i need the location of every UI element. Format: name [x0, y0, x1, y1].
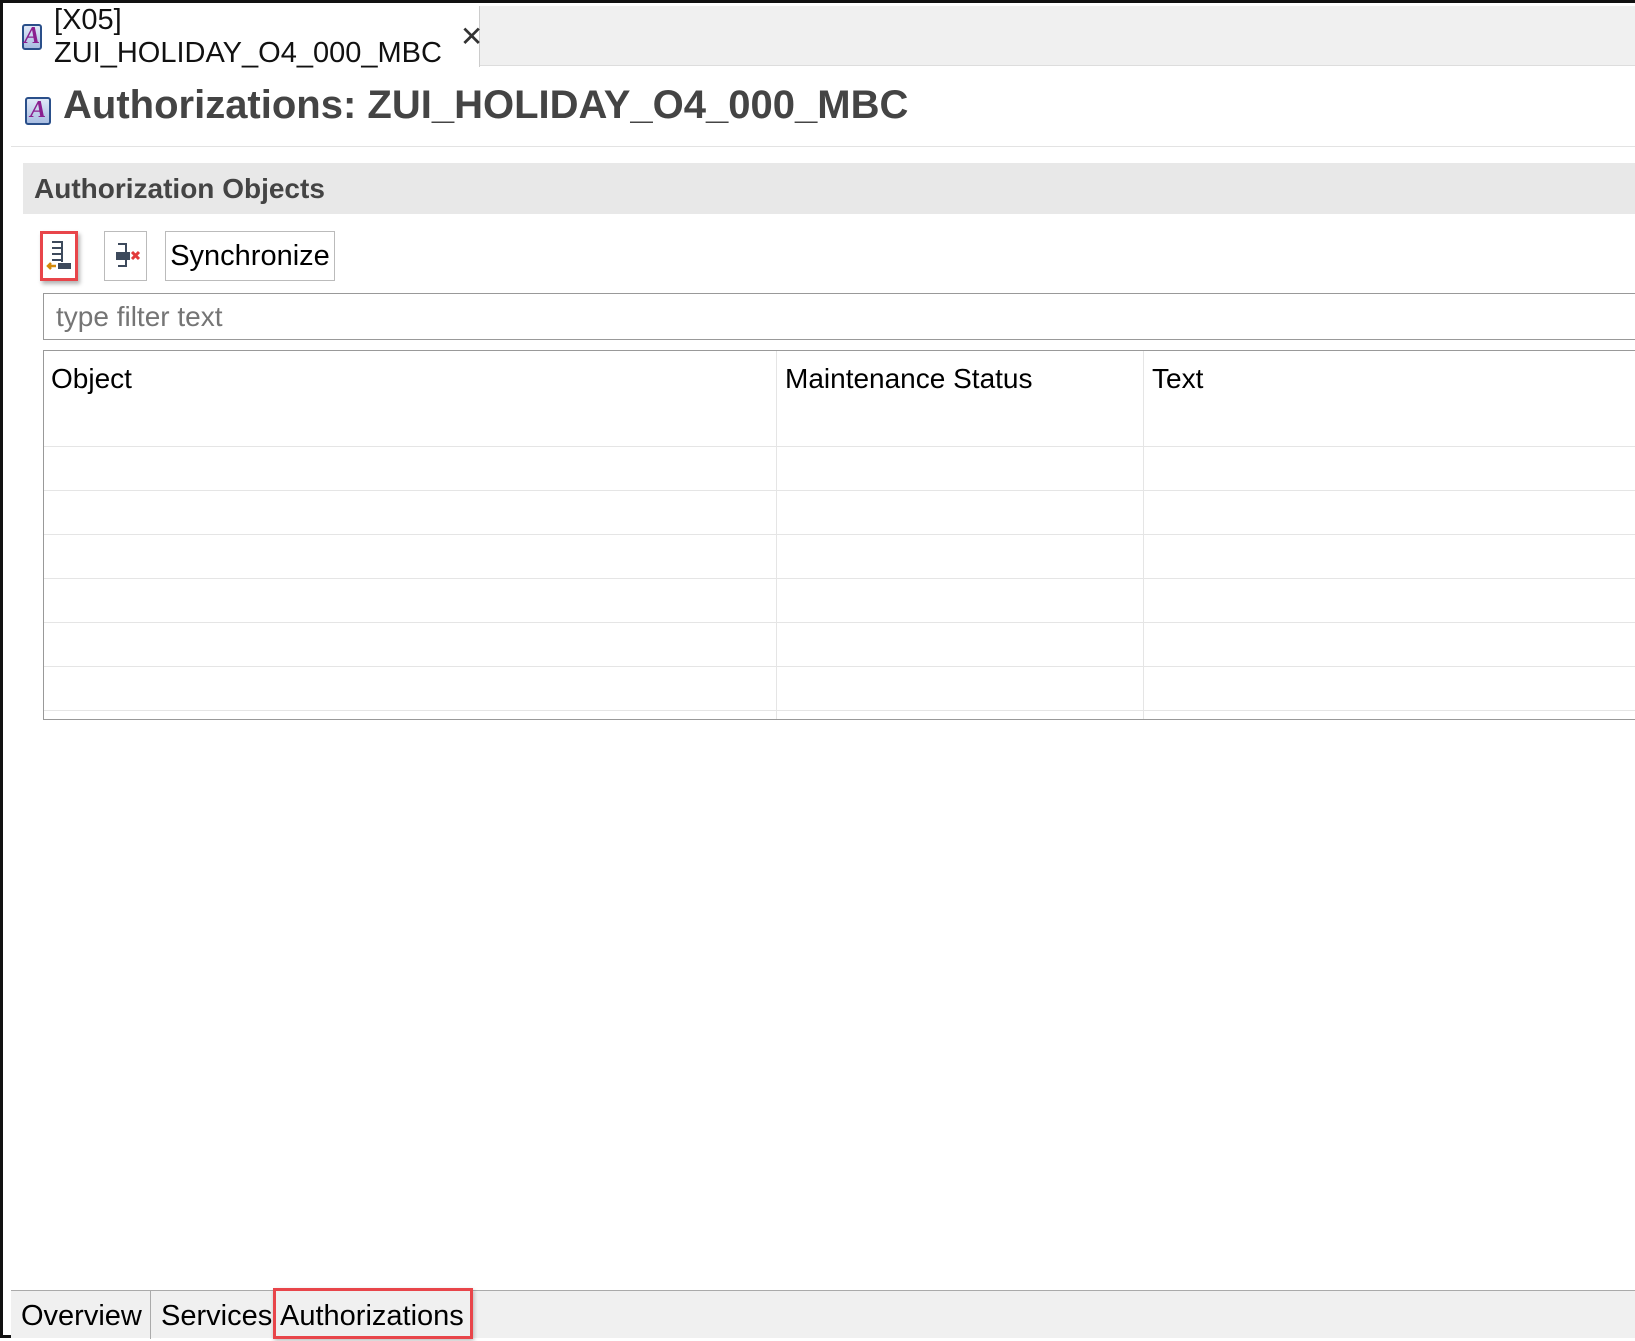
remove-authorization-object-icon — [115, 243, 140, 267]
synchronize-label: Synchronize — [170, 239, 330, 272]
editor-window: A [X05] ZUI_HOLIDAY_O4_000_MBC ✕ A Autho… — [0, 0, 1635, 1339]
tab-overview[interactable]: Overview — [11, 1291, 151, 1339]
table-row[interactable] — [44, 666, 1635, 667]
add-authorization-object-button[interactable] — [40, 231, 78, 281]
table-row[interactable] — [44, 578, 1635, 579]
editor-page-tabs: Overview Services Authorizations — [11, 1288, 1635, 1339]
remove-authorization-object-button[interactable] — [104, 231, 147, 281]
filter-input[interactable] — [43, 293, 1635, 340]
add-authorization-object-icon — [46, 241, 71, 270]
table-row[interactable] — [44, 622, 1635, 623]
tab-label: Overview — [21, 1300, 142, 1332]
abap-object-icon: A — [22, 23, 43, 50]
tab-label: Services — [161, 1300, 273, 1332]
editor-tab[interactable]: A [X05] ZUI_HOLIDAY_O4_000_MBC ✕ — [8, 3, 483, 69]
page-title: A Authorizations: ZUI_HOLIDAY_O4_000_MBC — [25, 83, 908, 128]
divider — [11, 146, 1635, 147]
tab-label: Authorizations — [280, 1300, 464, 1332]
column-divider — [1143, 351, 1144, 719]
editor-tab-label: [X05] ZUI_HOLIDAY_O4_000_MBC — [54, 3, 442, 69]
editor-tab-bar: A [X05] ZUI_HOLIDAY_O4_000_MBC ✕ — [8, 3, 1635, 69]
table-row[interactable] — [44, 446, 1635, 447]
close-icon[interactable]: ✕ — [460, 20, 483, 53]
table-row[interactable] — [44, 710, 1635, 711]
abap-object-icon: A — [25, 96, 51, 125]
tab-authorizations[interactable]: Authorizations — [273, 1288, 473, 1339]
column-divider — [776, 351, 777, 719]
column-header-maintenance-status[interactable]: Maintenance Status — [785, 363, 1033, 395]
table-row[interactable] — [44, 534, 1635, 535]
authorization-objects-table: Object Maintenance Status Text — [43, 350, 1635, 720]
column-header-object[interactable]: Object — [51, 363, 132, 395]
table-row[interactable] — [44, 490, 1635, 491]
tab-services[interactable]: Services — [151, 1291, 272, 1339]
synchronize-button[interactable]: Synchronize — [165, 231, 335, 281]
section-header: Authorization Objects — [23, 163, 1635, 214]
column-header-text[interactable]: Text — [1152, 363, 1203, 395]
page-title-text: Authorizations: ZUI_HOLIDAY_O4_000_MBC — [63, 83, 909, 127]
